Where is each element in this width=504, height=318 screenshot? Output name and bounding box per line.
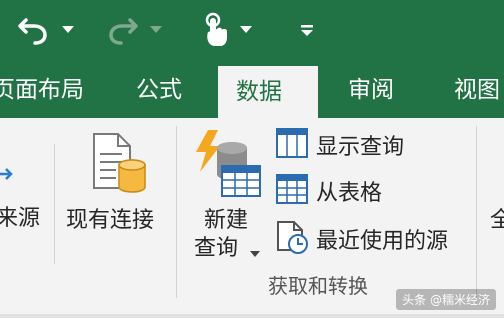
new-query-icon	[194, 128, 264, 202]
customize-qat-button[interactable]	[300, 10, 314, 50]
ribbon-bottom-border	[0, 314, 504, 318]
new-query-dropdown-icon[interactable]	[250, 242, 260, 261]
touch-mode-button[interactable]	[200, 10, 252, 50]
quick-access-toolbar	[0, 0, 504, 62]
customize-qat-icon	[300, 23, 314, 37]
touch-mode-dropdown-icon[interactable]	[240, 26, 252, 34]
recent-sources-label: 最近使用的源	[316, 229, 449, 254]
partial-source-icon	[0, 166, 14, 186]
recent-sources-button[interactable]: 最近使用的源	[276, 220, 449, 258]
tab-review[interactable]: 审阅	[348, 62, 394, 118]
recent-sources-icon	[276, 220, 308, 258]
from-table-icon	[276, 174, 308, 208]
from-table-label: 从表格	[316, 181, 383, 206]
show-queries-label: 显示查询	[316, 135, 405, 160]
from-table-button[interactable]: 从表格	[276, 174, 382, 208]
ribbon-body: 来源 现有连接 新建 查询 显示查询 从表格 最近使用的源 获取和转换 全	[0, 118, 504, 318]
group-divider	[176, 126, 177, 298]
tab-formulas[interactable]: 公式	[136, 62, 182, 118]
redo-button[interactable]	[104, 10, 162, 50]
new-query-label-line2: 查询	[194, 236, 239, 261]
group-divider	[54, 144, 55, 264]
partial-source-label: 来源	[0, 206, 41, 231]
redo-dropdown-icon[interactable]	[150, 26, 162, 34]
tab-page-layout[interactable]: 页面布局	[0, 62, 84, 118]
ribbon-tab-bar: 页面布局 公式 数据 审阅 视图	[0, 62, 504, 118]
undo-button[interactable]	[16, 10, 74, 50]
touch-mode-icon	[200, 12, 230, 48]
tab-view[interactable]: 视图	[454, 62, 500, 118]
group-divider	[476, 126, 477, 298]
show-queries-button[interactable]: 显示查询	[276, 128, 404, 162]
existing-connections-label: 现有连接	[66, 208, 155, 233]
tab-data[interactable]: 数据	[218, 66, 318, 118]
undo-dropdown-icon[interactable]	[62, 26, 74, 34]
existing-connections-icon	[90, 132, 148, 198]
watermark: 头条 @糯米经济	[396, 289, 496, 310]
redo-icon	[104, 14, 140, 46]
show-queries-icon	[276, 128, 308, 162]
undo-icon	[16, 14, 52, 46]
partial-right-label[interactable]: 全	[490, 202, 504, 234]
group-label-get-transform: 获取和转换	[268, 274, 368, 298]
